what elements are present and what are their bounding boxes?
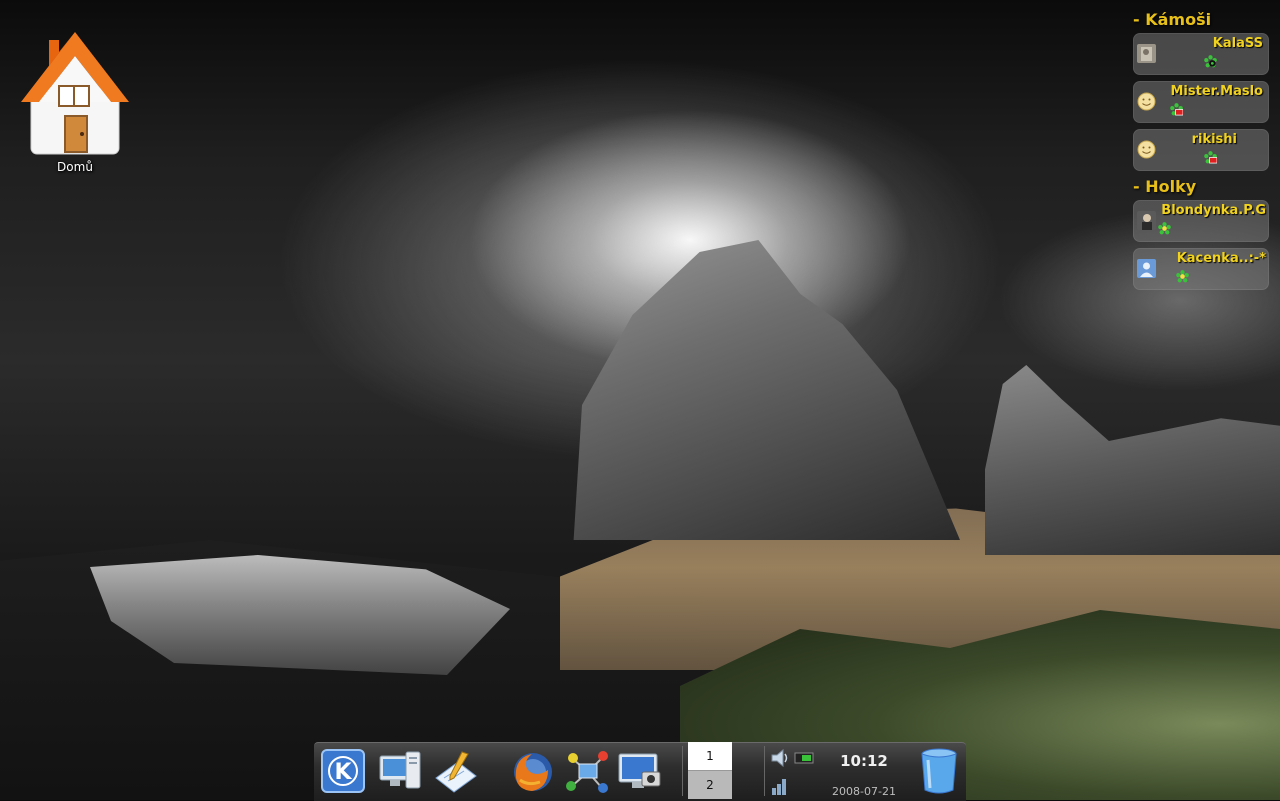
system-tray	[766, 742, 826, 800]
group-title-kamosi[interactable]: - Kámoši	[1133, 10, 1272, 29]
firefox-button[interactable]	[508, 748, 556, 796]
home-icon-label: Domů	[57, 160, 93, 174]
wallpaper-grass	[560, 508, 1280, 670]
wallpaper-lake	[90, 555, 510, 675]
contact-kacenka[interactable]: Kacenka..:-*	[1133, 248, 1269, 290]
home-icon	[21, 32, 129, 155]
contact-mister-maslo[interactable]: Mister.Maslo	[1133, 81, 1269, 123]
contact-name: Kacenka..:-*	[1176, 251, 1266, 266]
contact-rikishi[interactable]: rikishi	[1133, 129, 1269, 171]
contact-name: KalaSS	[1212, 36, 1263, 51]
network-icon	[566, 751, 608, 793]
contact-name: Blondynka.P.G	[1161, 203, 1266, 218]
taskbar-separator	[764, 746, 765, 796]
desktop-home-shortcut[interactable]: Domů	[18, 30, 132, 174]
wallpaper	[0, 0, 1280, 800]
smiley-avatar	[1137, 92, 1156, 111]
contact-blondynka[interactable]: Blondynka.P.G	[1133, 200, 1269, 242]
group-title-holky[interactable]: - Holky	[1133, 177, 1272, 196]
photo-avatar	[1137, 44, 1156, 63]
volume-icon[interactable]	[770, 748, 792, 768]
contact-name: Mister.Maslo	[1170, 84, 1264, 99]
contact-list: - Kámoši KalaSS Mister.Maslo rikishi - H…	[1130, 8, 1272, 296]
pager-desktop-1[interactable]: 1	[688, 742, 732, 771]
network-status-icon[interactable]	[770, 774, 790, 796]
pager-desktop-2[interactable]: 2	[688, 771, 732, 799]
screenshot-icon	[618, 753, 661, 788]
screenshot-button[interactable]	[616, 748, 664, 796]
system-icon	[379, 751, 421, 789]
firefox-icon	[514, 753, 552, 791]
icq-away-icon	[1204, 151, 1217, 164]
desktop-pager: 1 2	[688, 742, 732, 800]
wallpaper-rocks-right	[985, 365, 1280, 555]
icq-online-icon	[1158, 222, 1171, 235]
contact-kalass[interactable]: KalaSS	[1133, 33, 1269, 75]
icq-online-icon	[1176, 270, 1189, 283]
contact-name: rikishi	[1191, 132, 1237, 147]
clock-time[interactable]: 10:12	[836, 752, 892, 770]
icq-online-icon	[1204, 55, 1217, 68]
user-avatar	[1137, 259, 1156, 278]
text-editor-button[interactable]	[432, 748, 480, 796]
icq-away-icon	[1170, 103, 1183, 116]
kde-menu-icon: K	[321, 749, 365, 793]
trash-icon	[921, 748, 957, 794]
battery-icon[interactable]	[794, 752, 816, 764]
kde-menu-button[interactable]: K	[320, 748, 368, 796]
wallpaper-rock	[573, 240, 960, 540]
svg-text:K: K	[334, 760, 352, 785]
trash-button[interactable]	[916, 746, 964, 794]
taskbar-separator	[682, 746, 683, 796]
photo-avatar	[1137, 211, 1156, 230]
clock-date: 2008-07-21	[832, 785, 896, 798]
text-editor-icon	[435, 751, 477, 793]
system-button[interactable]	[376, 748, 424, 796]
network-button[interactable]	[564, 748, 612, 796]
smiley-avatar	[1137, 140, 1156, 159]
